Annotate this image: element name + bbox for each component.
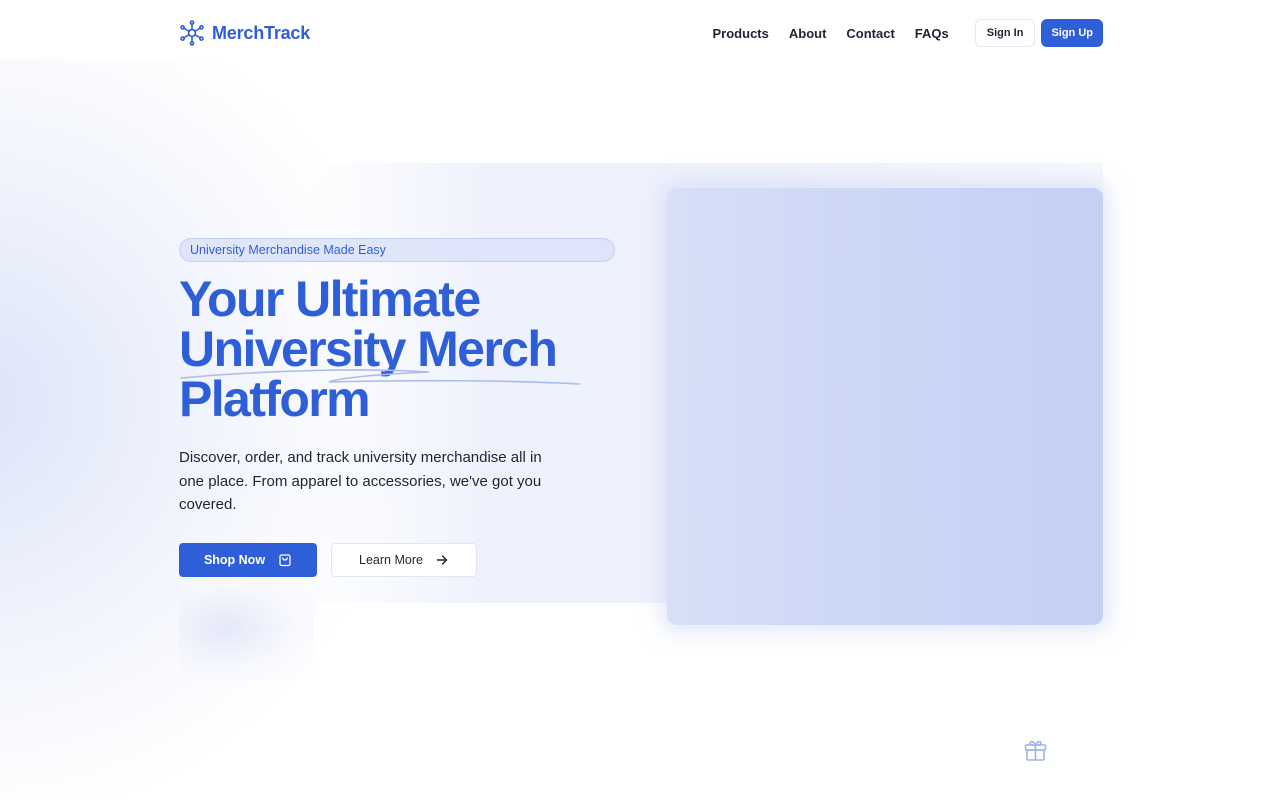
hero-badge: University Merchandise Made Easy (179, 238, 615, 262)
landing-page: MerchTrack Products About Contact FAQs S… (0, 0, 1280, 800)
network-hub-icon (180, 20, 204, 46)
shop-now-label: Shop Now (203, 553, 266, 567)
navbar: MerchTrack Products About Contact FAQs S… (179, 17, 1103, 49)
nav-link-products[interactable]: Products (713, 26, 769, 41)
hero-background-fade (179, 585, 314, 680)
hero-headline: Your Ultimate University Merch Platform (179, 274, 639, 424)
hero-actions: Shop Now Learn More (179, 543, 477, 577)
learn-more-button[interactable]: Learn More (331, 543, 477, 577)
sign-in-button[interactable]: Sign In (974, 19, 1036, 47)
nav-link-faqs[interactable]: FAQs (915, 26, 949, 41)
shopping-bag-icon (279, 554, 291, 567)
shop-now-button[interactable]: Shop Now (179, 543, 317, 577)
learn-more-label: Learn More (359, 553, 423, 567)
nav-right: Products About Contact FAQs Sign In Sign… (693, 19, 1103, 47)
hero-description: Discover, order, and track university me… (179, 449, 542, 513)
headline-line-1: Your Ultimate (179, 271, 481, 327)
nav-links: Products About Contact FAQs (693, 26, 949, 41)
nav-link-contact[interactable]: Contact (846, 26, 894, 41)
gift-icon (1024, 740, 1047, 761)
headline-underline-swoosh (180, 369, 580, 385)
sign-up-button[interactable]: Sign Up (1041, 19, 1103, 47)
nav-link-about[interactable]: About (789, 26, 827, 41)
brand-logo[interactable]: MerchTrack (179, 20, 310, 46)
arrow-right-icon (436, 555, 448, 565)
brand-name: MerchTrack (212, 22, 311, 43)
hero-image-placeholder (667, 188, 1103, 625)
